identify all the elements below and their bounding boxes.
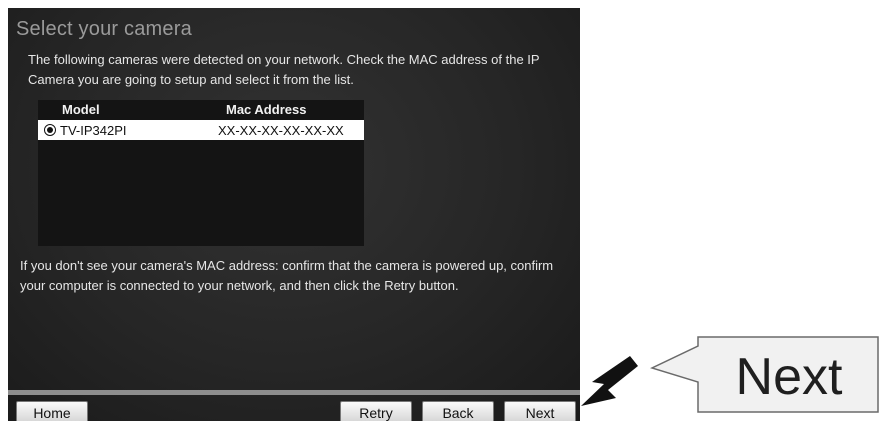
intro-text: The following cameras were detected on y…	[28, 52, 540, 87]
pointer-arrow-icon	[581, 356, 638, 406]
page-title: Select your camera	[16, 18, 192, 40]
next-button[interactable]: Next	[504, 401, 576, 421]
back-button[interactable]: Back	[422, 401, 494, 421]
setup-wizard-panel: Select your camera The following cameras…	[8, 8, 580, 421]
camera-select-radio[interactable]	[44, 124, 56, 136]
camera-list-row[interactable]: TV-IP342PI XX-XX-XX-XX-XX-XX	[38, 120, 364, 140]
camera-model-cell: TV-IP342PI	[60, 123, 127, 138]
callout-label: Next	[735, 348, 843, 406]
column-header-model: Model	[62, 102, 100, 117]
column-header-mac-address: Mac Address	[226, 102, 307, 117]
retry-button[interactable]: Retry	[340, 401, 412, 421]
camera-list-header: Model Mac Address	[38, 100, 364, 120]
home-button[interactable]: Home	[16, 401, 88, 421]
footer-divider	[8, 390, 580, 395]
help-text: If you don't see your camera's MAC addre…	[20, 258, 554, 293]
camera-list: Model Mac Address TV-IP342PI XX-XX-XX-XX…	[38, 100, 364, 246]
camera-mac-cell: XX-XX-XX-XX-XX-XX	[218, 123, 344, 138]
